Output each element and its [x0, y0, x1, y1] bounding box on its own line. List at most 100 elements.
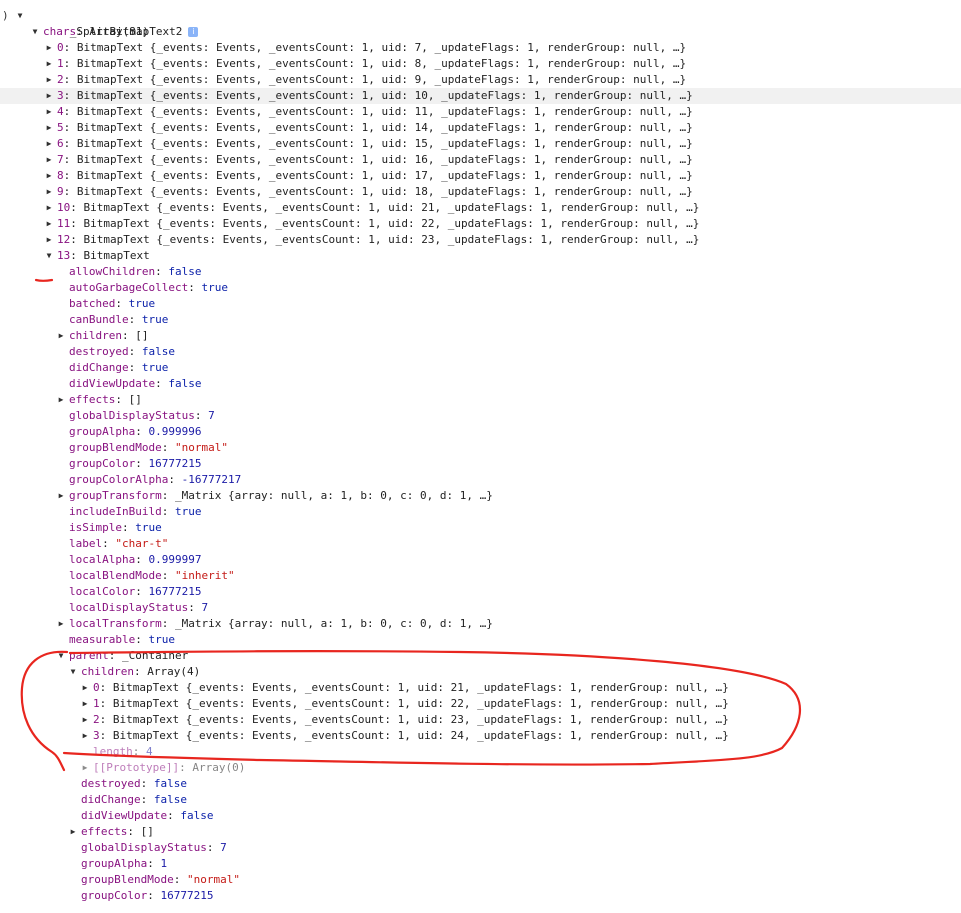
separator: :: [115, 393, 129, 406]
property-value: _Matrix {array: null, a: 1, b: 0, c: 0, …: [174, 489, 493, 502]
array-item-row[interactable]: ▶ 9: BitmapText {_events: Events, _events…: [0, 184, 961, 200]
property-row: localAlpha: 0.999997: [0, 552, 961, 568]
chevron-right-icon[interactable]: ▶: [80, 680, 90, 696]
property-key: didChange: [81, 793, 141, 806]
property-value: false: [180, 809, 214, 822]
array-item-row[interactable]: ▶ 4: BitmapText {_events: Events, _events…: [0, 104, 961, 120]
property-row: canBundle: true: [0, 312, 961, 328]
chevron-down-icon[interactable]: ▼: [56, 648, 66, 664]
property-key: includeInBuild: [69, 505, 162, 518]
row-text: 13: BitmapText: [57, 248, 150, 264]
chevron-right-icon[interactable]: ▶: [56, 488, 66, 504]
property-row: groupColorAlpha: -16777217: [0, 472, 961, 488]
chevron-right-icon[interactable]: ▶: [44, 40, 54, 56]
property-value: true: [141, 361, 169, 374]
array-item-row[interactable]: ▶ 0: BitmapText {_events: Events, _events…: [0, 40, 961, 56]
property-value: true: [201, 281, 228, 294]
array-item-row[interactable]: ▶ 8: BitmapText {_events: Events, _events…: [0, 168, 961, 184]
chevron-right-icon[interactable]: ▶: [44, 216, 54, 232]
array-item-row[interactable]: ▶ 5: BitmapText {_events: Events, _events…: [0, 120, 961, 136]
separator: :: [99, 681, 113, 694]
property-key: children: [81, 665, 134, 678]
chevron-right-icon[interactable]: ▶: [68, 824, 78, 840]
chevron-right-icon[interactable]: ▶: [44, 232, 54, 248]
row-text: 5: BitmapText {_events: Events, _eventsC…: [57, 120, 693, 136]
property-row[interactable]: ▼ chars: Array(81): [0, 24, 961, 40]
array-item-row[interactable]: ▶ 10: BitmapText {_events: Events, _event…: [0, 200, 961, 216]
property-row[interactable]: ▶ 0: BitmapText {_events: Events, _events…: [0, 680, 961, 696]
row-text: 2: BitmapText {_events: Events, _eventsC…: [93, 712, 729, 728]
property-key: 7: [57, 153, 64, 166]
property-row[interactable]: ▶ [[Prototype]]: Array(0): [0, 760, 961, 776]
chevron-right-icon[interactable]: ▶: [56, 328, 66, 344]
separator: :: [115, 297, 129, 310]
root-row[interactable]: ) ▼ _SplitBitmapText2 i: [0, 8, 961, 38]
chevron-right-icon[interactable]: ▶: [80, 728, 90, 744]
property-key: localColor: [69, 585, 136, 598]
array-item-row[interactable]: ▶ 12: BitmapText {_events: Events, _event…: [0, 232, 961, 248]
property-key: 4: [57, 105, 64, 118]
separator: :: [188, 601, 202, 614]
array-item-row[interactable]: ▶ 1: BitmapText {_events: Events, _events…: [0, 56, 961, 72]
property-row: isSimple: true: [0, 520, 961, 536]
property-key: 11: [57, 217, 71, 230]
chevron-right-icon[interactable]: ▶: [44, 120, 54, 136]
property-row[interactable]: ▼ parent: _Container: [0, 648, 961, 664]
property-key: 3: [93, 729, 100, 742]
row-text: children: Array(4): [81, 664, 200, 680]
chevron-right-icon[interactable]: ▶: [44, 88, 54, 104]
row-text: 0: BitmapText {_events: Events, _eventsC…: [57, 40, 686, 56]
property-row[interactable]: ▶ children: []: [0, 328, 961, 344]
array-item-row[interactable]: ▶ 2: BitmapText {_events: Events, _events…: [0, 72, 961, 88]
chevron-right-icon[interactable]: ▶: [44, 184, 54, 200]
chevron-right-icon[interactable]: ▶: [56, 616, 66, 632]
property-row: globalDisplayStatus: 7: [0, 840, 961, 856]
chevron-right-icon[interactable]: ▶: [44, 152, 54, 168]
property-value: Array(0): [192, 761, 246, 774]
property-row[interactable]: ▶ localTransform: _Matrix {array: null, a…: [0, 616, 961, 632]
property-key: groupAlpha: [81, 857, 148, 870]
chevron-down-icon[interactable]: ▼: [68, 664, 78, 680]
chevron-right-icon[interactable]: ▶: [44, 56, 54, 72]
property-row[interactable]: ▶ effects: []: [0, 392, 961, 408]
separator: :: [128, 345, 142, 358]
property-row[interactable]: ▶ 3: BitmapText {_events: Events, _events…: [0, 728, 961, 744]
separator: :: [99, 713, 113, 726]
row-text: measurable: true: [69, 632, 175, 648]
property-row[interactable]: ▶ 2: BitmapText {_events: Events, _events…: [0, 712, 961, 728]
array-item-row[interactable]: ▼ 13: BitmapText: [0, 248, 961, 264]
property-row[interactable]: ▶ groupTransform: _Matrix {array: null, a…: [0, 488, 961, 504]
row-text: 6: BitmapText {_events: Events, _eventsC…: [57, 136, 693, 152]
chevron-right-icon[interactable]: ▶: [80, 696, 90, 712]
row-text: 0: BitmapText {_events: Events, _eventsC…: [93, 680, 729, 696]
array-item-row[interactable]: ▶ 11: BitmapText {_events: Events, _event…: [0, 216, 961, 232]
chevron-down-icon[interactable]: ▼: [44, 248, 54, 264]
array-item-row[interactable]: ▶ 6: BitmapText {_events: Events, _events…: [0, 136, 961, 152]
array-item-row[interactable]: ▶ 7: BitmapText {_events: Events, _events…: [0, 152, 961, 168]
chevron-right-icon[interactable]: ▶: [44, 136, 54, 152]
row-text: canBundle: true: [69, 312, 168, 328]
property-row[interactable]: ▼ children: Array(4): [0, 664, 961, 680]
chevron-right-icon[interactable]: ▶: [56, 392, 66, 408]
array-item-row[interactable]: ▶ 3: BitmapText {_events: Events, _events…: [0, 88, 961, 104]
chevron-down-icon[interactable]: ▼: [15, 8, 25, 24]
property-value: true: [128, 297, 156, 310]
property-row[interactable]: ▶ 1: BitmapText {_events: Events, _events…: [0, 696, 961, 712]
row-text: groupTransform: _Matrix {array: null, a:…: [69, 488, 493, 504]
chevron-right-icon[interactable]: ▶: [44, 104, 54, 120]
chevron-right-icon[interactable]: ▶: [44, 200, 54, 216]
chevron-right-icon[interactable]: ▶: [80, 760, 90, 776]
chevron-right-icon[interactable]: ▶: [44, 72, 54, 88]
separator: :: [63, 121, 77, 134]
property-value: 16777215: [160, 889, 214, 902]
row-text: includeInBuild: true: [69, 504, 201, 520]
chevron-right-icon[interactable]: ▶: [44, 168, 54, 184]
property-value: BitmapText: [83, 249, 150, 262]
separator: :: [135, 585, 149, 598]
row-text: 12: BitmapText {_events: Events, _events…: [57, 232, 699, 248]
property-row[interactable]: ▶ effects: []: [0, 824, 961, 840]
property-value: false: [141, 345, 175, 358]
chevron-down-icon[interactable]: ▼: [30, 24, 40, 40]
chevron-right-icon[interactable]: ▶: [80, 712, 90, 728]
property-value: BitmapText {_events: Events, _eventsCoun…: [76, 153, 693, 166]
